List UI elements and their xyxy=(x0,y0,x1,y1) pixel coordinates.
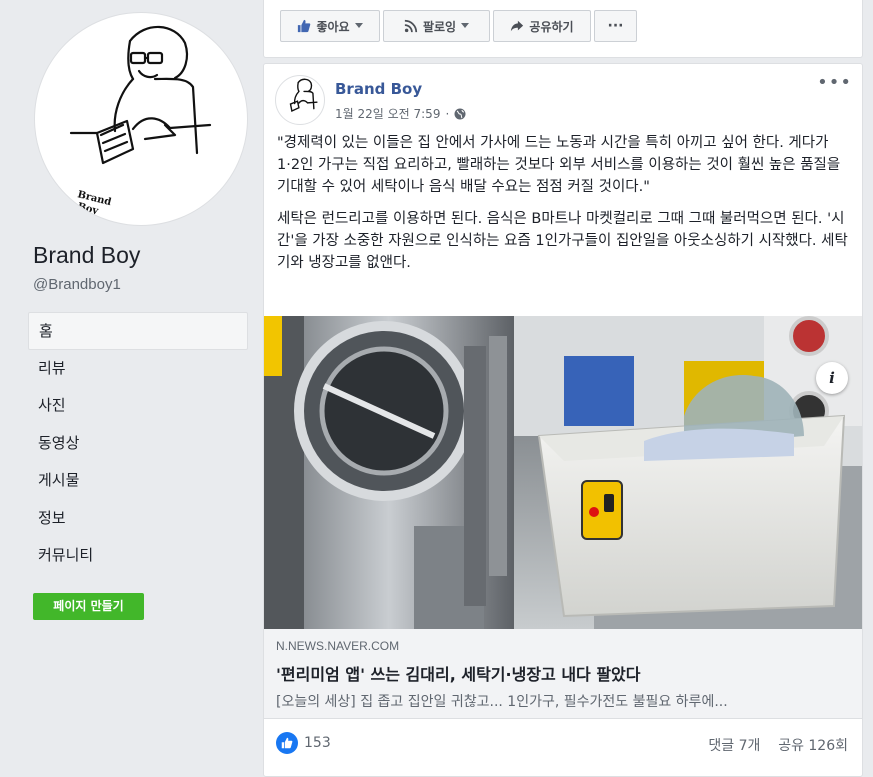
post-author-name[interactable]: Brand Boy xyxy=(335,80,422,98)
follow-button[interactable]: 팔로잉 xyxy=(383,10,490,42)
link-preview-image[interactable] xyxy=(264,316,862,629)
like-button-label: 좋아요 xyxy=(316,19,350,34)
caret-down-icon xyxy=(354,23,363,28)
share-button[interactable]: 공유하기 xyxy=(493,10,591,42)
more-actions-button[interactable]: ··· xyxy=(594,10,637,42)
page-action-bar: 좋아요 팔로잉 공유하기 ··· xyxy=(263,0,863,58)
nav-item-about[interactable]: 정보 xyxy=(28,500,248,538)
comments-count[interactable]: 댓글 7개 xyxy=(708,738,760,754)
page-profile-picture[interactable]: Brand Boy xyxy=(34,12,248,226)
page-nav: 홈 리뷰 사진 동영상 게시물 정보 커뮤니티 xyxy=(28,312,248,575)
info-icon[interactable]: i xyxy=(816,362,848,394)
share-arrow-icon xyxy=(511,20,524,32)
shares-count[interactable]: 공유 126회 xyxy=(778,738,848,754)
link-description: [오늘의 세상] 집 좁고 집안일 귀찮고... 1인가구, 필수가전도 불필요… xyxy=(276,694,728,710)
link-title: '편리미엄 앱' 쓰는 김대리, 세탁기·냉장고 내다 팔았다 xyxy=(276,665,641,684)
post-author-avatar[interactable] xyxy=(275,75,325,125)
post-paragraph: 세탁은 런드리고를 이용하면 된다. 음식은 B마트나 마켓컬리로 그때 그때 … xyxy=(277,211,848,271)
laundry-photo xyxy=(264,316,862,629)
post-paragraph: "경제력이 있는 이들은 집 안에서 가사에 드는 노동과 시간을 특히 아끼고… xyxy=(277,135,841,195)
rss-icon xyxy=(404,19,418,33)
thumbs-up-icon xyxy=(298,19,311,33)
brand-boy-logo xyxy=(289,78,318,113)
like-button[interactable]: 좋아요 xyxy=(280,10,380,42)
brand-boy-logo: Brand Boy xyxy=(69,25,212,217)
post-timestamp: 1월 22일 오전 7:59 · xyxy=(335,105,466,122)
post-body: "경제력이 있는 이들은 집 안에서 가사에 드는 노동과 시간을 특히 아끼고… xyxy=(277,132,852,284)
follow-button-label: 팔로잉 xyxy=(422,19,457,34)
nav-item-community[interactable]: 커뮤니티 xyxy=(28,537,248,575)
reactions-count: 153 xyxy=(304,735,331,751)
create-page-button[interactable]: 페이지 만들기 xyxy=(33,593,144,620)
link-domain: n.news.naver.com xyxy=(276,639,400,653)
nav-item-photos[interactable]: 사진 xyxy=(28,387,248,425)
nav-item-videos[interactable]: 동영상 xyxy=(28,425,248,463)
page-handle[interactable]: @Brandboy1 xyxy=(33,276,121,293)
like-reaction-icon xyxy=(276,732,298,754)
feed-post: Brand Boy 1월 22일 오전 7:59 · ••• "경제력이 있는 … xyxy=(263,63,863,777)
globe-icon xyxy=(454,108,466,119)
engagement-counts: 댓글 7개 공유 126회 xyxy=(708,735,848,755)
post-time-text[interactable]: 1월 22일 오전 7:59 xyxy=(335,105,440,122)
nav-item-reviews[interactable]: 리뷰 xyxy=(28,350,248,388)
link-preview-meta[interactable]: n.news.naver.com '편리미엄 앱' 쓰는 김대리, 세탁기·냉장… xyxy=(264,629,862,719)
nav-item-posts[interactable]: 게시물 xyxy=(28,462,248,500)
reactions-summary[interactable]: 153 xyxy=(276,732,331,754)
caret-down-icon xyxy=(461,23,470,28)
page-name[interactable]: Brand Boy xyxy=(33,242,140,269)
post-options-button[interactable]: ••• xyxy=(817,74,852,92)
share-button-label: 공유하기 xyxy=(529,19,574,34)
nav-item-home[interactable]: 홈 xyxy=(28,312,248,350)
